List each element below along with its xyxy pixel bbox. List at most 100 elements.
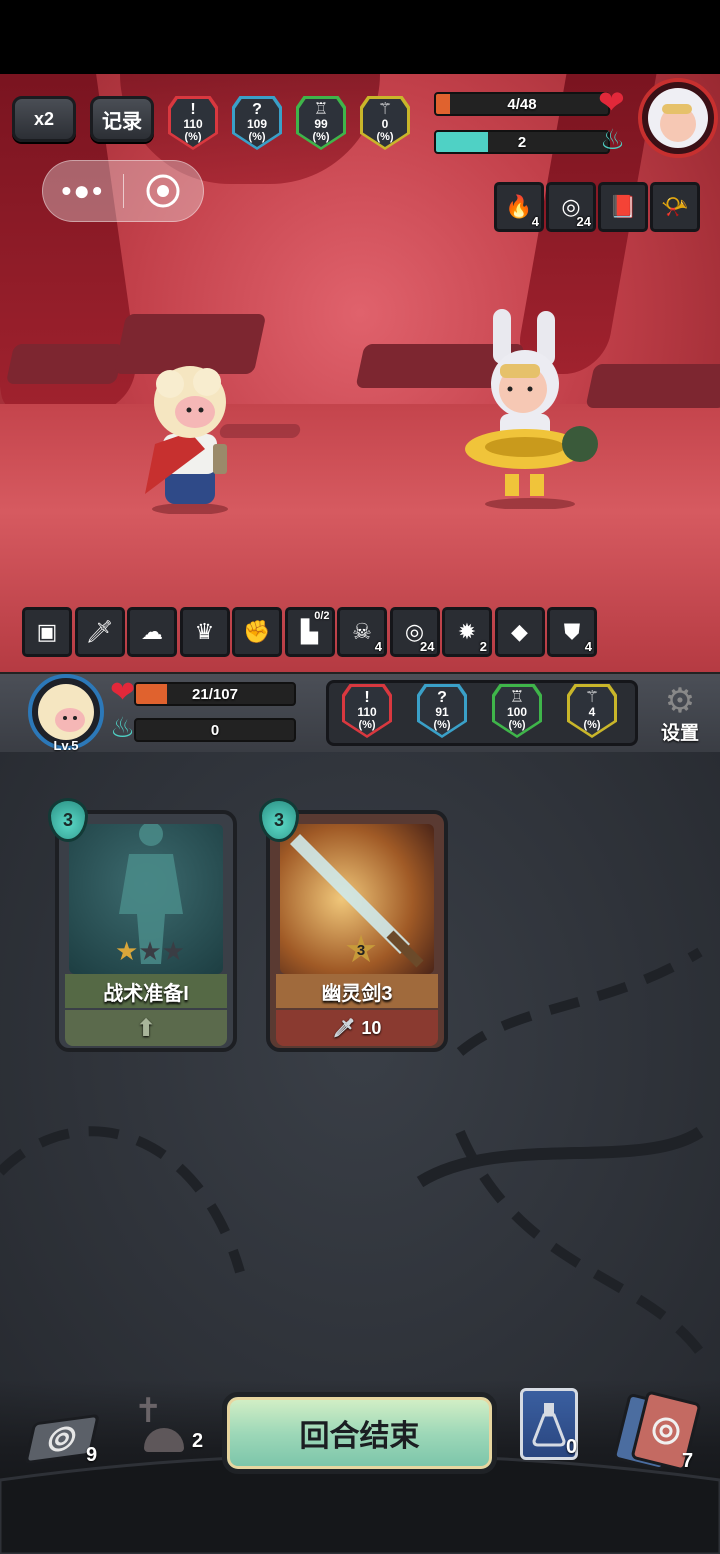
- stat-unit: (%): [184, 131, 202, 143]
- player-panel: Lv.5 ❤ 21/107 ♨ 0 ! 110 (%)? 91 (%) ♖ 100 (%) ⚚ 4…: [0, 672, 720, 753]
- slot-count: 4: [584, 639, 592, 654]
- stat-value: 100: [506, 705, 528, 719]
- draw-pile-button[interactable]: 9: [24, 1408, 110, 1468]
- ghost-icon: ☁: [141, 619, 163, 644]
- card-footer: 🗡 10: [276, 1010, 438, 1046]
- mini-program-capsule: •●•: [42, 160, 204, 222]
- close-target-icon[interactable]: [124, 161, 204, 221]
- enemy-mana-bar: 2: [434, 130, 610, 154]
- status-slot[interactable]: ✹ 2: [442, 607, 492, 657]
- status-slot[interactable]: ☁: [127, 607, 177, 657]
- grave-cross-icon: ✝: [134, 1392, 163, 1430]
- crown-icon: ♛: [194, 619, 215, 644]
- stat-value: 91: [435, 705, 449, 719]
- stat-icon: ⚚: [377, 101, 393, 118]
- portrait-icon: ▣: [36, 619, 58, 644]
- slot-count: 24: [420, 639, 435, 654]
- discard-pile-count: 7: [682, 1450, 694, 1472]
- status-slot[interactable]: ☠ 4: [337, 607, 387, 657]
- shield-icon: ⛊: [563, 619, 581, 644]
- stat-unit: (%): [248, 131, 266, 143]
- settings-label: 设置: [660, 723, 699, 744]
- stat-icon: !: [364, 689, 370, 706]
- boots-icon: ▙: [301, 619, 318, 644]
- gear-icon: ⚙: [664, 682, 696, 720]
- status-slot[interactable]: 🔥 4: [494, 182, 544, 232]
- hand-card[interactable]: ★ 3 幽灵剑3 🗡 10: [266, 810, 448, 1052]
- speed-label: x2: [33, 108, 55, 129]
- up-arrow-icon: ⬆: [135, 1014, 157, 1042]
- log-label: 记录: [102, 110, 142, 133]
- star-icon: ★: [161, 936, 185, 966]
- stat-icon: ♖: [313, 101, 329, 118]
- rock: [5, 344, 125, 384]
- stat-unit: (%): [358, 719, 376, 731]
- mana-flame-icon: ♨: [600, 124, 626, 155]
- status-slot[interactable]: ⛊ 4: [547, 607, 597, 657]
- stat-value: 0: [381, 117, 389, 131]
- sword-icon: 🗡: [85, 619, 114, 644]
- stat-value: 110: [183, 117, 203, 131]
- log-button[interactable]: 记录: [90, 96, 154, 142]
- player-level: Lv.5: [53, 738, 79, 753]
- crystal-icon: ◆: [511, 619, 528, 644]
- graveyard-count: 2: [192, 1430, 204, 1452]
- stat-icon: ?: [252, 101, 262, 118]
- heart-icon: ❤: [110, 676, 136, 709]
- fire-icon: ✹: [457, 619, 477, 644]
- mana-flame-icon: ♨: [110, 712, 136, 743]
- enemy-portrait[interactable]: [638, 78, 718, 158]
- flame-drop-icon: 🔥: [505, 194, 533, 219]
- slot-counter: 0/2: [314, 610, 330, 622]
- end-turn-button[interactable]: 回合结束: [222, 1392, 497, 1474]
- player-mana-bar: 0: [134, 718, 296, 742]
- card-footer: ⬆: [65, 1010, 227, 1046]
- heart-icon: ❤: [598, 84, 625, 120]
- graveyard-button[interactable]: ✝ 2: [128, 1394, 212, 1460]
- slot-count: 24: [576, 214, 591, 229]
- slot-count: 2: [479, 639, 487, 654]
- enemy-hp-bar: 4/48: [434, 92, 610, 116]
- card-level-star: ★ 3: [343, 931, 379, 969]
- settings-button[interactable]: ⚙ 设置: [650, 684, 710, 750]
- stat-icon: ⚚: [584, 689, 600, 706]
- status-slot[interactable]: ▙ 0/2: [284, 607, 335, 657]
- stat-unit: (%): [312, 131, 330, 143]
- slot-count: 4: [374, 639, 382, 654]
- status-slot[interactable]: 📯: [650, 182, 700, 232]
- enemy-character: [455, 309, 605, 510]
- status-slot[interactable]: ♛: [179, 607, 230, 657]
- hand-card[interactable]: ★★★ 战术准备I ⬆: [55, 810, 237, 1052]
- status-bar-area: [0, 0, 720, 74]
- skull-icon: ☠: [352, 619, 372, 644]
- sword-icon: 🗡: [332, 1017, 356, 1038]
- more-menu-icon[interactable]: •●•: [43, 161, 123, 221]
- enemy-hp-text: 4/48: [507, 95, 537, 113]
- player-hp-text: 21/107: [192, 685, 238, 703]
- stat-shield[interactable]: ⚚ 0 (%): [360, 96, 410, 150]
- player-hp-bar: 21/107: [134, 682, 296, 706]
- end-turn-label: 回合结束: [299, 1420, 420, 1453]
- status-slot[interactable]: ◎ 24: [389, 607, 440, 657]
- status-slot[interactable]: ◆: [494, 607, 545, 657]
- slot-count: 4: [531, 214, 539, 229]
- player-character: [135, 354, 245, 515]
- enemy-mana-text: 2: [517, 133, 527, 151]
- stat-unit: (%): [376, 131, 394, 143]
- speed-button[interactable]: x2: [12, 96, 76, 142]
- potion-button[interactable]: 0: [518, 1386, 584, 1466]
- card-stars: ★★★: [105, 938, 195, 964]
- horn-icon: 📯: [661, 194, 689, 219]
- status-slot[interactable]: 🗡: [74, 607, 125, 657]
- status-slot[interactable]: ◎ 24: [546, 182, 596, 232]
- discard-pile-button[interactable]: 7: [612, 1390, 712, 1476]
- status-slot[interactable]: ✊: [232, 607, 282, 657]
- gauntlet-icon: ✊: [243, 619, 271, 644]
- stat-unit: (%): [508, 719, 526, 731]
- status-slot[interactable]: ▣: [22, 607, 72, 657]
- hand-area: ★★★ 战术准备I ⬆ 3 ★ 3 幽灵剑3 🗡 10 3: [0, 752, 720, 1472]
- battle-scene: x2 记录 •●• ! 110 (%)? 109 (%) ♖ 99 (%) ⚚ 0 (%) 4/48…: [0, 74, 720, 672]
- card-name: 战术准备I: [65, 974, 227, 1008]
- status-slot[interactable]: 📕: [598, 182, 648, 232]
- stat-value: 110: [357, 705, 377, 719]
